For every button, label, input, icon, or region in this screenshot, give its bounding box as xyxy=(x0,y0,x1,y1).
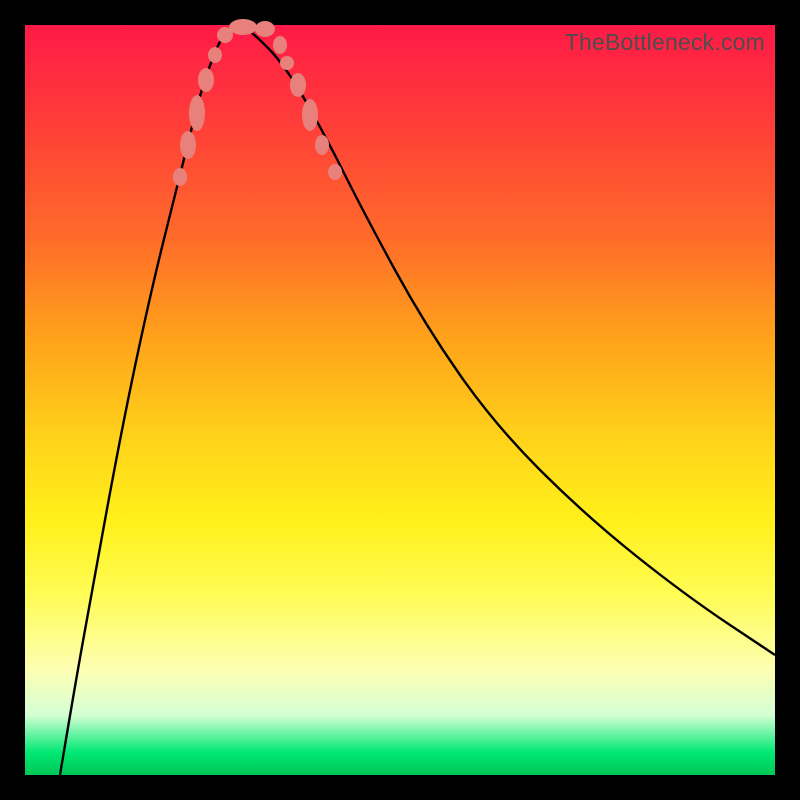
plot-area: TheBottleneck.com xyxy=(25,25,775,775)
right-cluster-5 xyxy=(315,135,329,155)
right-cluster-3 xyxy=(290,73,306,97)
data-markers xyxy=(173,19,342,186)
watermark-text: TheBottleneck.com xyxy=(565,29,765,56)
right-cluster-1 xyxy=(273,36,287,54)
right-cluster-2 xyxy=(280,56,294,70)
chart-frame: TheBottleneck.com xyxy=(0,0,800,800)
right-cluster-4 xyxy=(302,99,318,131)
bottleneck-curve xyxy=(60,26,775,775)
left-cluster-3 xyxy=(189,95,205,131)
left-cluster-4 xyxy=(198,68,214,92)
left-cluster-1 xyxy=(173,168,187,186)
bottom-cluster-2 xyxy=(229,19,257,35)
bottom-cluster-3 xyxy=(255,21,275,37)
left-cluster-2 xyxy=(180,131,196,159)
left-cluster-5 xyxy=(208,47,222,63)
curve-layer xyxy=(25,25,775,775)
right-cluster-6 xyxy=(328,164,342,180)
